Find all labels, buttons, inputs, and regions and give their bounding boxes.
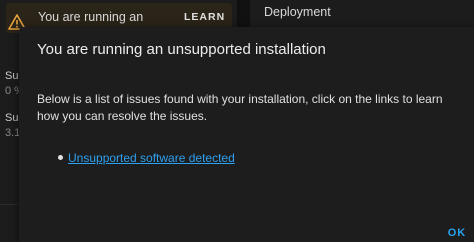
ok-button[interactable]: OK — [440, 221, 474, 242]
issue-list-item: Unsupported software detected — [58, 151, 235, 165]
dialog-title: You are running an unsupported installat… — [37, 41, 326, 58]
dialog-body-text: Below is a list of issues found with you… — [37, 92, 443, 123]
side-label-1: Su — [5, 70, 19, 82]
page: You are running an LEARN Su 0 % Su 3.1 D… — [0, 0, 474, 242]
unsupported-installation-dialog: You are running an unsupported installat… — [19, 27, 474, 242]
bullet-icon — [58, 155, 63, 161]
unsupported-software-link[interactable]: Unsupported software detected — [68, 151, 235, 165]
side-label-2: Su — [5, 112, 19, 124]
alert-text: You are running an — [38, 10, 144, 24]
learn-more-button[interactable]: LEARN — [184, 11, 225, 23]
deployment-label: Deployment — [264, 5, 331, 19]
side-value-2: 3.1 — [5, 127, 21, 139]
